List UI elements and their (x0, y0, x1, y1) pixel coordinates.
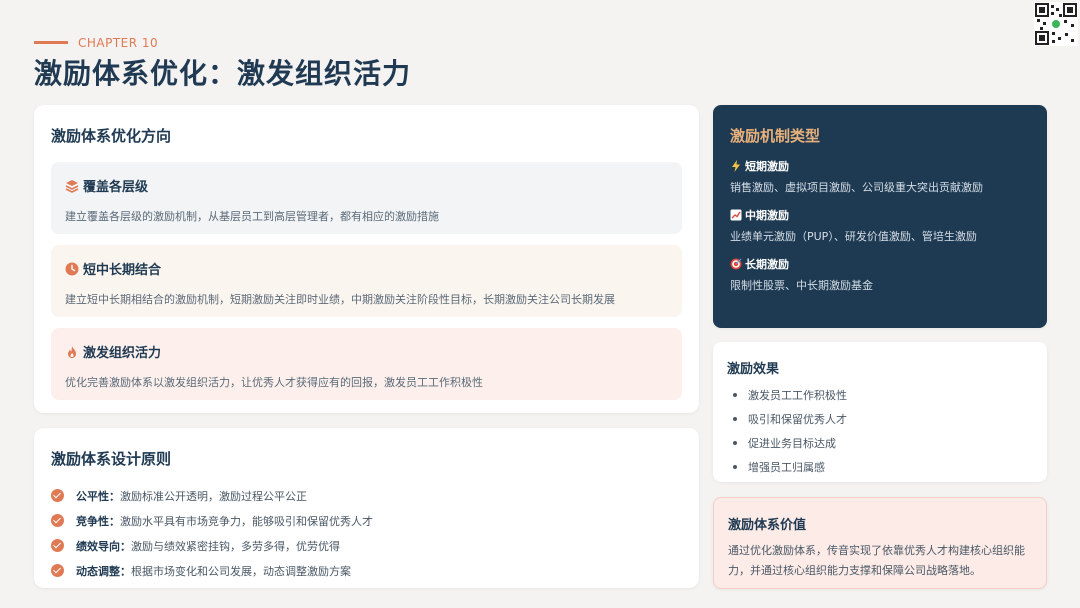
incentive-effects-card: 激励效果 激发员工工作积极性 吸引和保留优秀人才 促进业务目标达成 增强员工归属… (713, 342, 1047, 482)
lightning-icon (730, 160, 742, 172)
mechanism-item-title: 长期激励 (745, 258, 789, 271)
principle-text: 根据市场变化和公司发展，动态调整激励方案 (131, 564, 351, 578)
qr-code-icon (1034, 2, 1078, 46)
target-icon (730, 258, 742, 270)
directions-title: 激励体系优化方向 (51, 127, 172, 145)
bullet-icon (733, 393, 737, 397)
design-principles-card: 激励体系设计原则 公平性： 激励标准公开透明，激励过程公平公正 竞争性： 激励水… (34, 428, 699, 588)
mechanism-title: 激励机制类型 (730, 127, 821, 145)
principle-label: 绩效导向： (76, 539, 131, 553)
clock-icon (65, 262, 79, 276)
bullet-icon (733, 465, 737, 469)
mechanism-item-long: 长期激励 限制性股票、中长期激励基金 (730, 256, 1030, 293)
effect-text: 激发员工工作积极性 (748, 389, 847, 402)
check-icon (51, 539, 64, 552)
mechanism-item-desc: 销售激励、虚拟项目激励、公司级重大突出贡献激励 (730, 181, 983, 194)
direction-item-vitality: 激发组织活力 优化完善激励体系以激发组织活力，让优秀人才获得应有的回报，激发员工… (51, 328, 682, 400)
mechanism-item-desc: 限制性股票、中长期激励基金 (730, 279, 873, 292)
principle-item: 竞争性： 激励水平具有市场竞争力，能够吸引和保留优秀人才 (51, 508, 682, 533)
header-accent-line (34, 41, 68, 44)
value-text: 通过优化激励体系，传音实现了依靠优秀人才构建核心组织能力，并通过核心组织能力支撑… (728, 544, 1025, 577)
mechanism-item-mid: 中期激励 业绩单元激励（PUP）、研发价值激励、管培生激励 (730, 207, 1030, 244)
effect-item: 促进业务目标达成 (727, 431, 1033, 455)
direction-item-desc: 优化完善激励体系以激发组织活力，让优秀人才获得应有的回报，激发员工工作积极性 (65, 376, 483, 389)
principle-label: 动态调整： (76, 564, 131, 578)
effect-item: 激发员工工作积极性 (727, 383, 1033, 407)
principle-text: 激励与绩效紧密挂钩，多劳多得，优劳优得 (131, 539, 340, 553)
direction-item-terms: 短中长期结合 建立短中长期相结合的激励机制，短期激励关注即时业绩，中期激励关注阶… (51, 245, 682, 317)
chapter-label: CHAPTER 10 (78, 36, 159, 50)
direction-item-title: 激发组织活力 (83, 346, 162, 361)
mechanism-item-desc: 业绩单元激励（PUP）、研发价值激励、管培生激励 (730, 230, 977, 243)
principle-label: 公平性： (76, 489, 120, 503)
mechanism-item-title: 短期激励 (745, 160, 789, 173)
effects-title: 激励效果 (727, 362, 780, 377)
principle-text: 激励标准公开透明，激励过程公平公正 (120, 489, 307, 503)
bullet-icon (733, 441, 737, 445)
mechanism-types-card: 激励机制类型 短期激励 销售激励、虚拟项目激励、公司级重大突出贡献激励 中期激励… (713, 105, 1047, 328)
flame-icon (65, 345, 79, 359)
mechanism-item-short: 短期激励 销售激励、虚拟项目激励、公司级重大突出贡献激励 (730, 158, 1030, 195)
principles-title: 激励体系设计原则 (51, 450, 172, 468)
direction-item-desc: 建立覆盖各层级的激励机制，从基层员工到高层管理者，都有相应的激励措施 (65, 210, 439, 223)
page-title: 激励体系优化：激发组织活力 (34, 57, 412, 90)
effect-text: 促进业务目标达成 (748, 437, 836, 450)
layers-icon (65, 179, 79, 193)
direction-item-desc: 建立短中长期相结合的激励机制，短期激励关注即时业绩，中期激励关注阶段性目标，长期… (65, 293, 615, 306)
principle-item: 动态调整： 根据市场变化和公司发展，动态调整激励方案 (51, 558, 682, 583)
effect-item: 吸引和保留优秀人才 (727, 407, 1033, 431)
check-icon (51, 564, 64, 577)
bullet-icon (733, 417, 737, 421)
check-icon (51, 489, 64, 502)
mechanism-item-title: 中期激励 (745, 209, 789, 222)
direction-item-title: 短中长期结合 (83, 263, 162, 278)
value-title: 激励体系价值 (728, 518, 807, 533)
principle-item: 绩效导向： 激励与绩效紧密挂钩，多劳多得，优劳优得 (51, 533, 682, 558)
chart-up-icon (730, 209, 742, 221)
check-icon (51, 514, 64, 527)
system-value-card: 激励体系价值 通过优化激励体系，传音实现了依靠优秀人才构建核心组织能力，并通过核… (713, 497, 1047, 589)
optimization-directions-card: 激励体系优化方向 覆盖各层级 建立覆盖各层级的激励机制，从基层员工到高层管理者，… (34, 105, 699, 413)
effect-text: 吸引和保留优秀人才 (748, 413, 847, 426)
effect-item: 增强员工归属感 (727, 455, 1033, 479)
principle-text: 激励水平具有市场竞争力，能够吸引和保留优秀人才 (120, 514, 373, 528)
direction-item-title: 覆盖各层级 (83, 180, 149, 195)
direction-item-levels: 覆盖各层级 建立覆盖各层级的激励机制，从基层员工到高层管理者，都有相应的激励措施 (51, 162, 682, 234)
effect-text: 增强员工归属感 (748, 461, 825, 474)
principle-label: 竞争性： (76, 514, 120, 528)
principle-item: 公平性： 激励标准公开透明，激励过程公平公正 (51, 483, 682, 508)
